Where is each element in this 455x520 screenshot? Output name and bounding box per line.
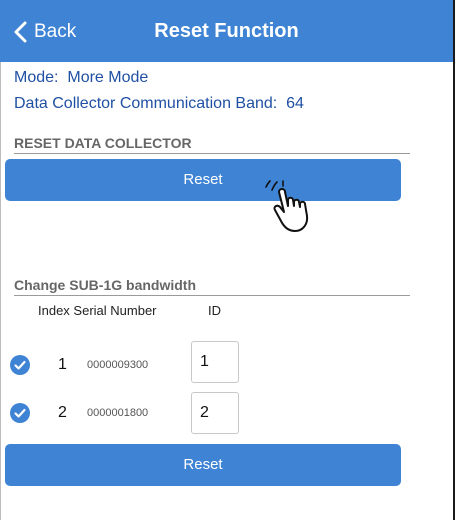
reset-bandwidth-button[interactable]: Reset bbox=[5, 444, 401, 486]
checkmark-icon bbox=[14, 408, 26, 418]
band-label: Data Collector Communication Band: bbox=[14, 95, 278, 112]
column-index-serial: Index Serial Number bbox=[38, 303, 157, 318]
mode-value: More Mode bbox=[67, 69, 149, 86]
row-2-index: 2 bbox=[58, 404, 67, 421]
row-2-id-input[interactable] bbox=[191, 392, 239, 434]
column-id: ID bbox=[208, 303, 221, 318]
back-label: Back bbox=[34, 21, 77, 42]
row-2-serial: 0000001800 bbox=[87, 407, 149, 419]
row-1-id-input[interactable] bbox=[191, 341, 239, 383]
bandwidth-section-divider bbox=[14, 295, 410, 296]
row-1-checkbox[interactable] bbox=[10, 355, 30, 375]
chevron-left-icon bbox=[14, 21, 27, 43]
checkmark-icon bbox=[14, 360, 26, 370]
row-2-checkbox[interactable] bbox=[10, 403, 30, 423]
band-value: 64 bbox=[286, 95, 304, 112]
reset-data-collector-button[interactable]: Reset bbox=[5, 159, 401, 201]
left-border bbox=[0, 0, 1, 520]
reset-section-divider bbox=[14, 153, 410, 154]
reset-section-title: RESET DATA COLLECTOR bbox=[14, 135, 192, 151]
back-button[interactable]: Back bbox=[12, 19, 76, 45]
mode-label: Mode: bbox=[14, 69, 59, 86]
mode-line: Mode: More Mode bbox=[14, 68, 148, 88]
nav-header: Back Reset Function bbox=[0, 0, 453, 62]
bandwidth-section-title: Change SUB-1G bandwidth bbox=[14, 277, 196, 293]
row-1-index: 1 bbox=[58, 356, 67, 373]
band-line: Data Collector Communication Band: 64 bbox=[14, 94, 304, 114]
row-1-serial: 0000009300 bbox=[87, 359, 149, 371]
